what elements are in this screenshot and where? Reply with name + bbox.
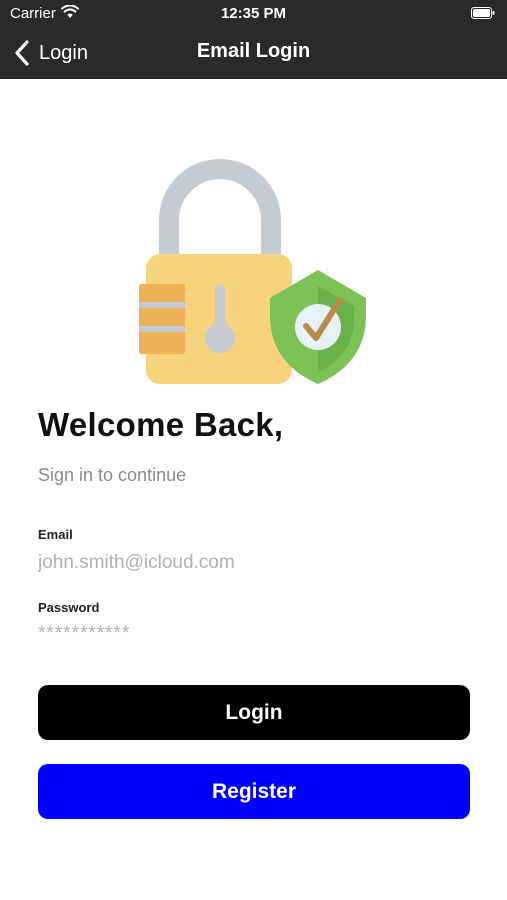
padlock-shield-illustration — [139, 159, 366, 384]
status-bar: Carrier 12:35 PM — [0, 0, 507, 28]
padlock-icon — [139, 159, 292, 384]
battery-icon — [471, 7, 495, 19]
email-login-screen: Carrier 12:35 PM Login Email Login Welco… — [0, 0, 507, 900]
navigation-bar: Login Email Login — [0, 28, 507, 79]
register-button[interactable]: Register — [38, 764, 470, 819]
login-button[interactable]: Login — [38, 685, 470, 740]
top-bar: Carrier 12:35 PM Login Email Login — [0, 0, 507, 79]
page-title: Email Login — [196, 40, 311, 62]
email-field[interactable] — [38, 549, 468, 577]
password-label: Password — [38, 600, 100, 615]
email-label: Email — [38, 527, 73, 542]
welcome-heading: Welcome Back, — [38, 406, 284, 443]
password-field[interactable] — [38, 620, 468, 648]
status-time: 12:35 PM — [220, 5, 287, 22]
welcome-subtitle: Sign in to continue — [38, 465, 187, 485]
